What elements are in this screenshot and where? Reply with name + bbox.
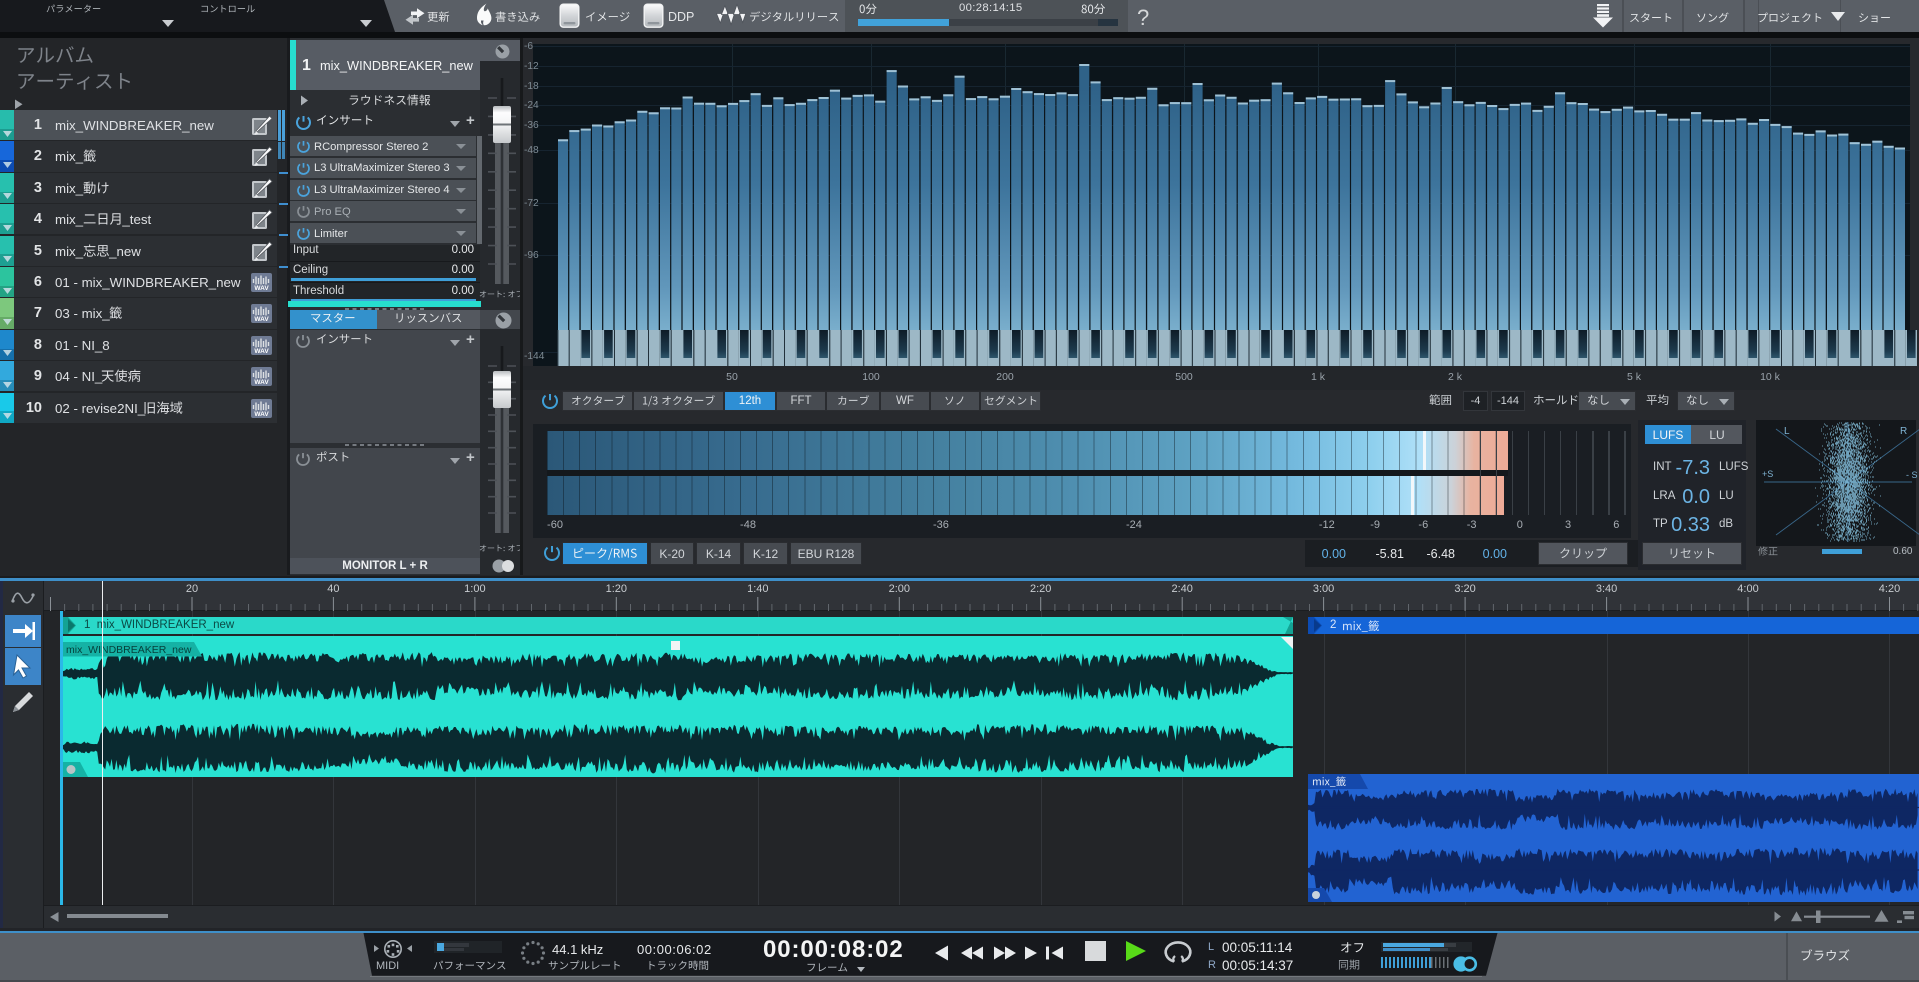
svg-text:L: L bbox=[1784, 426, 1790, 437]
svg-text:- S: - S bbox=[1906, 470, 1918, 480]
svg-text:WAV: WAV bbox=[254, 285, 269, 292]
svg-text:WAV: WAV bbox=[254, 317, 269, 324]
svg-text:WAV: WAV bbox=[254, 411, 269, 418]
svg-text:R: R bbox=[1900, 426, 1907, 437]
svg-text:+S: +S bbox=[1762, 469, 1773, 479]
svg-text:WAV: WAV bbox=[254, 379, 269, 386]
svg-text:WAV: WAV bbox=[254, 348, 269, 355]
